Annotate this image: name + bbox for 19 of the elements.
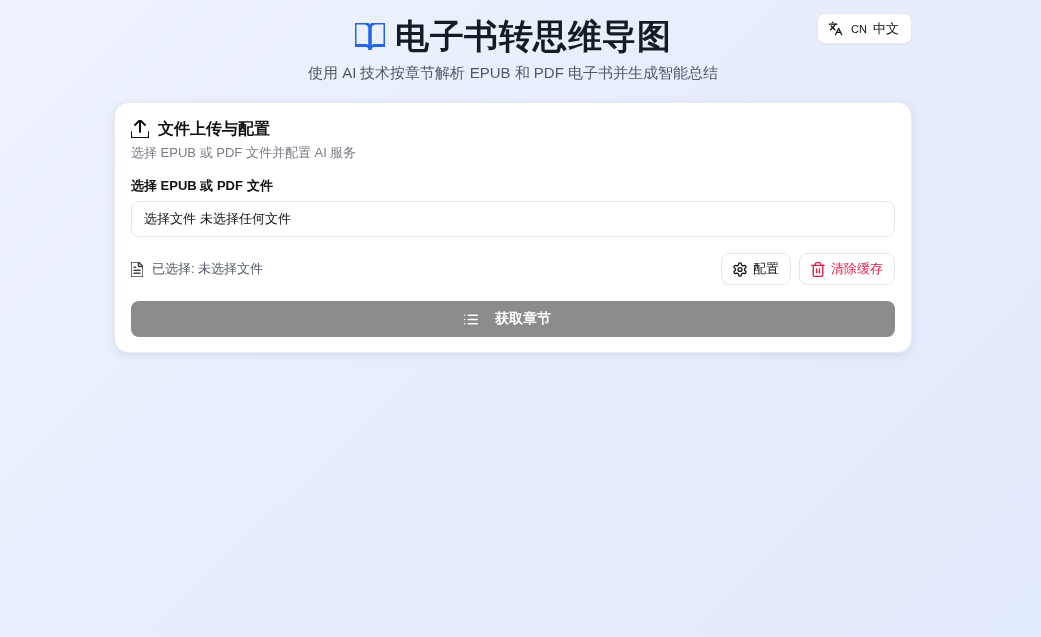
language-button[interactable]: CN 中文 bbox=[817, 13, 912, 44]
card-description: 选择 EPUB 或 PDF 文件并配置 AI 服务 bbox=[131, 144, 358, 162]
file-input-field[interactable]: 选择文件 未选择任何文件 bbox=[131, 201, 895, 237]
app-title: 电子书转思维导图 bbox=[395, 16, 671, 57]
translate-icon bbox=[828, 21, 844, 36]
list-icon bbox=[463, 313, 478, 325]
upload-icon bbox=[131, 120, 149, 138]
open-book-icon bbox=[355, 22, 385, 50]
choose-file-button[interactable]: 选择文件 bbox=[144, 210, 196, 228]
settings-icon bbox=[733, 261, 747, 277]
settings-button[interactable]: 配置 bbox=[721, 253, 791, 285]
document-icon bbox=[131, 261, 143, 277]
file-field-label: 选择 EPUB 或 PDF 文件 bbox=[131, 177, 274, 195]
selected-file-text: 已选择: 未选择文件 bbox=[152, 260, 264, 278]
file-name-text: 未选择任何文件 bbox=[200, 210, 291, 228]
app-subtitle: 使用 AI 技术按章节解析 EPUB 和 PDF 电子书并生成智能总结 bbox=[307, 63, 719, 83]
trash-icon bbox=[811, 261, 825, 277]
clear-cache-button[interactable]: 清除缓存 bbox=[799, 253, 895, 285]
card-title: 文件上传与配置 bbox=[158, 119, 270, 139]
